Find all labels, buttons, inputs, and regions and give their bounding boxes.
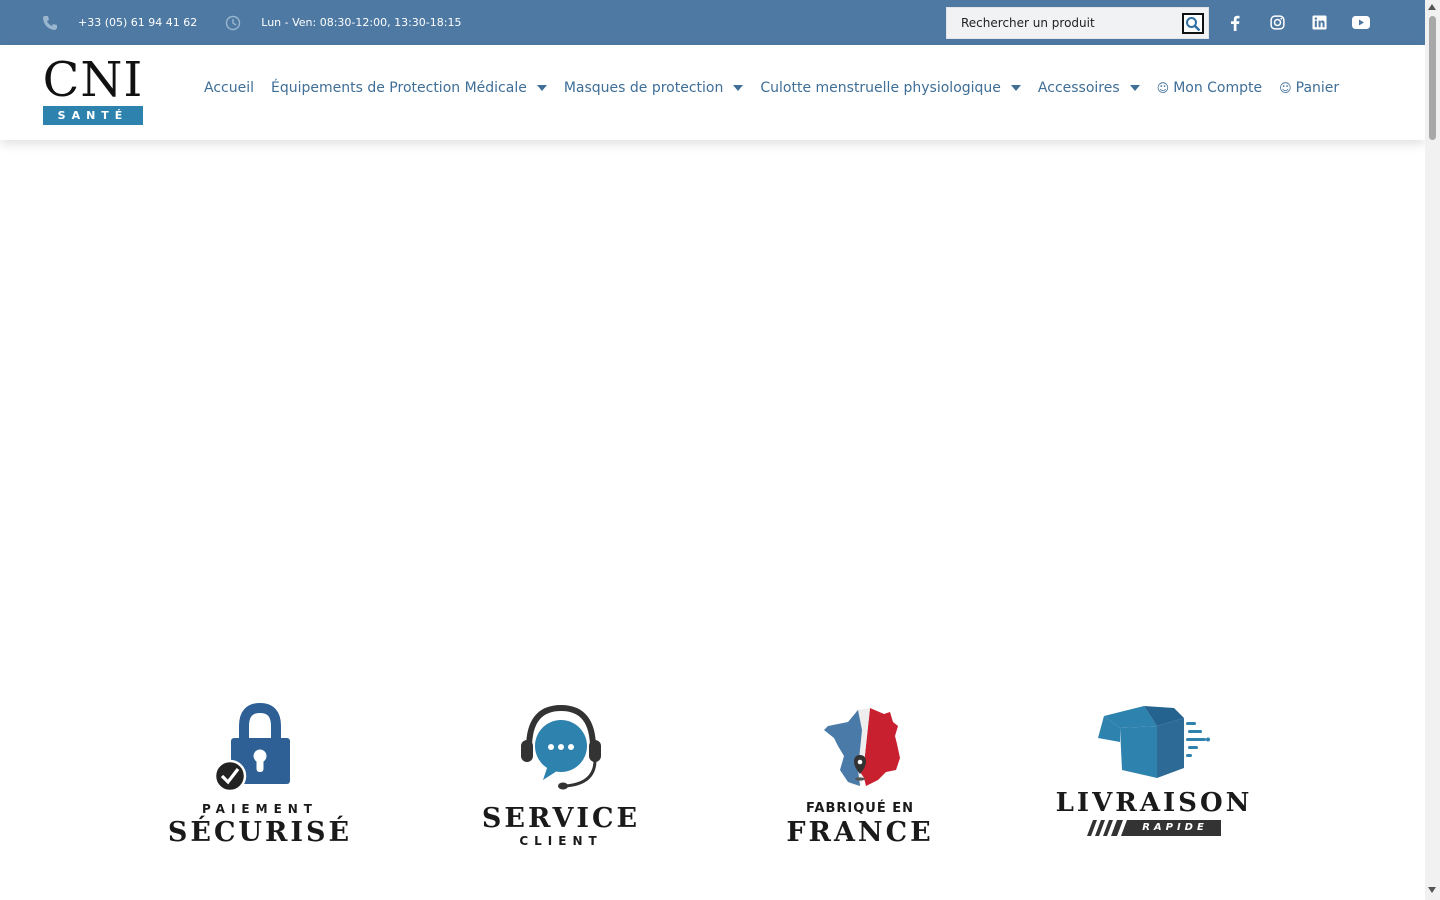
- feature-secure-payment: PAIEMENT SÉCURISÉ: [150, 700, 370, 860]
- feature-fast-delivery: LIVRAISON RAPIDE: [1044, 700, 1264, 860]
- nav-item-label: Panier: [1295, 79, 1340, 96]
- phone-number[interactable]: +33 (05) 61 94 41 62: [78, 16, 197, 29]
- feature-small-text: CLIENT: [519, 834, 603, 848]
- features-row: PAIEMENT SÉCURISÉ SERVICE CLIENT FABRIQU…: [0, 700, 1425, 870]
- caret-down-icon: [1010, 84, 1021, 91]
- caret-down-icon: [536, 84, 547, 91]
- nav-item-mon-compte[interactable]: ☺ Mon Compte: [1157, 80, 1262, 96]
- linkedin-icon: [1311, 15, 1327, 30]
- scroll-up-icon[interactable]: [1428, 4, 1436, 10]
- search-button[interactable]: [1182, 13, 1204, 34]
- caret-down-icon: [733, 84, 744, 91]
- instagram-icon: [1269, 15, 1285, 30]
- france-map-icon: [824, 708, 900, 786]
- contact-info: +33 (05) 61 94 41 62 Lun - Ven: 08:30-12…: [42, 0, 489, 45]
- rapide-banner: RAPIDE: [1087, 820, 1221, 836]
- instagram-link[interactable]: [1265, 0, 1289, 45]
- nav-item-accueil[interactable]: Accueil: [204, 80, 254, 96]
- scroll-down-icon[interactable]: [1428, 887, 1436, 893]
- feature-big-text: LIVRAISON: [1055, 788, 1253, 818]
- youtube-icon: [1352, 16, 1370, 29]
- clock-icon: [225, 15, 241, 31]
- search-icon: [1186, 16, 1201, 31]
- smiley-icon: ☺: [1279, 80, 1292, 95]
- smiley-icon: ☺: [1156, 80, 1170, 95]
- feature-small-text: RAPIDE: [1142, 822, 1208, 833]
- scrollbar-thumb[interactable]: [1429, 16, 1436, 140]
- feature-big-text: FRANCE: [786, 817, 934, 848]
- logo-text: CNI: [42, 52, 144, 108]
- feature-big-text: SERVICE: [481, 803, 641, 834]
- nav-item-masques[interactable]: Masques de protection: [564, 80, 744, 96]
- nav-item-label: Accueil: [204, 79, 254, 96]
- feature-made-in-france: FABRIQUÉ EN FRANCE: [750, 700, 970, 860]
- youtube-link[interactable]: [1349, 0, 1373, 45]
- feature-big-text: SÉCURISÉ: [167, 817, 353, 848]
- feature-small-text: PAIEMENT: [201, 802, 318, 816]
- padlock-icon: [213, 702, 290, 793]
- feature-small-text: FABRIQUÉ EN: [806, 801, 914, 816]
- delivery-box-icon: [1098, 706, 1210, 778]
- feature-customer-service: SERVICE CLIENT: [451, 700, 671, 860]
- nav-item-accessoires[interactable]: Accessoires: [1038, 80, 1140, 96]
- linkedin-link[interactable]: [1307, 0, 1331, 45]
- nav-item-label: Mon Compte: [1173, 79, 1263, 96]
- main-nav: Accueil Équipements de Protection Médica…: [204, 45, 1356, 130]
- facebook-icon: [1231, 15, 1240, 31]
- site-logo[interactable]: CNI SANTÉ: [42, 54, 144, 126]
- nav-item-culotte[interactable]: Culotte menstruelle physiologique: [760, 80, 1021, 96]
- nav-item-label: Culotte menstruelle physiologique: [760, 79, 1001, 96]
- nav-item-label: Équipements de Protection Médicale: [271, 79, 527, 96]
- nav-item-label: Accessoires: [1037, 79, 1120, 96]
- top-bar: +33 (05) 61 94 41 62 Lun - Ven: 08:30-12…: [0, 0, 1425, 45]
- facebook-link[interactable]: [1223, 0, 1247, 45]
- logo-subtext: SANTÉ: [43, 106, 143, 125]
- nav-item-equipements[interactable]: Équipements de Protection Médicale: [271, 80, 547, 96]
- search-box: [946, 7, 1209, 39]
- nav-item-panier[interactable]: ☺ Panier: [1279, 80, 1339, 96]
- search-input[interactable]: [947, 8, 1175, 38]
- page-scrollbar[interactable]: [1425, 0, 1440, 900]
- caret-down-icon: [1129, 84, 1140, 91]
- phone-icon: [42, 15, 58, 31]
- nav-item-label: Masques de protection: [563, 79, 724, 96]
- page: +33 (05) 61 94 41 62 Lun - Ven: 08:30-12…: [0, 0, 1440, 900]
- opening-hours: Lun - Ven: 08:30-12:00, 13:30-18:15: [261, 16, 462, 29]
- headset-icon: [521, 704, 601, 790]
- main-header: CNI SANTÉ Accueil Équipements de Protect…: [0, 45, 1425, 140]
